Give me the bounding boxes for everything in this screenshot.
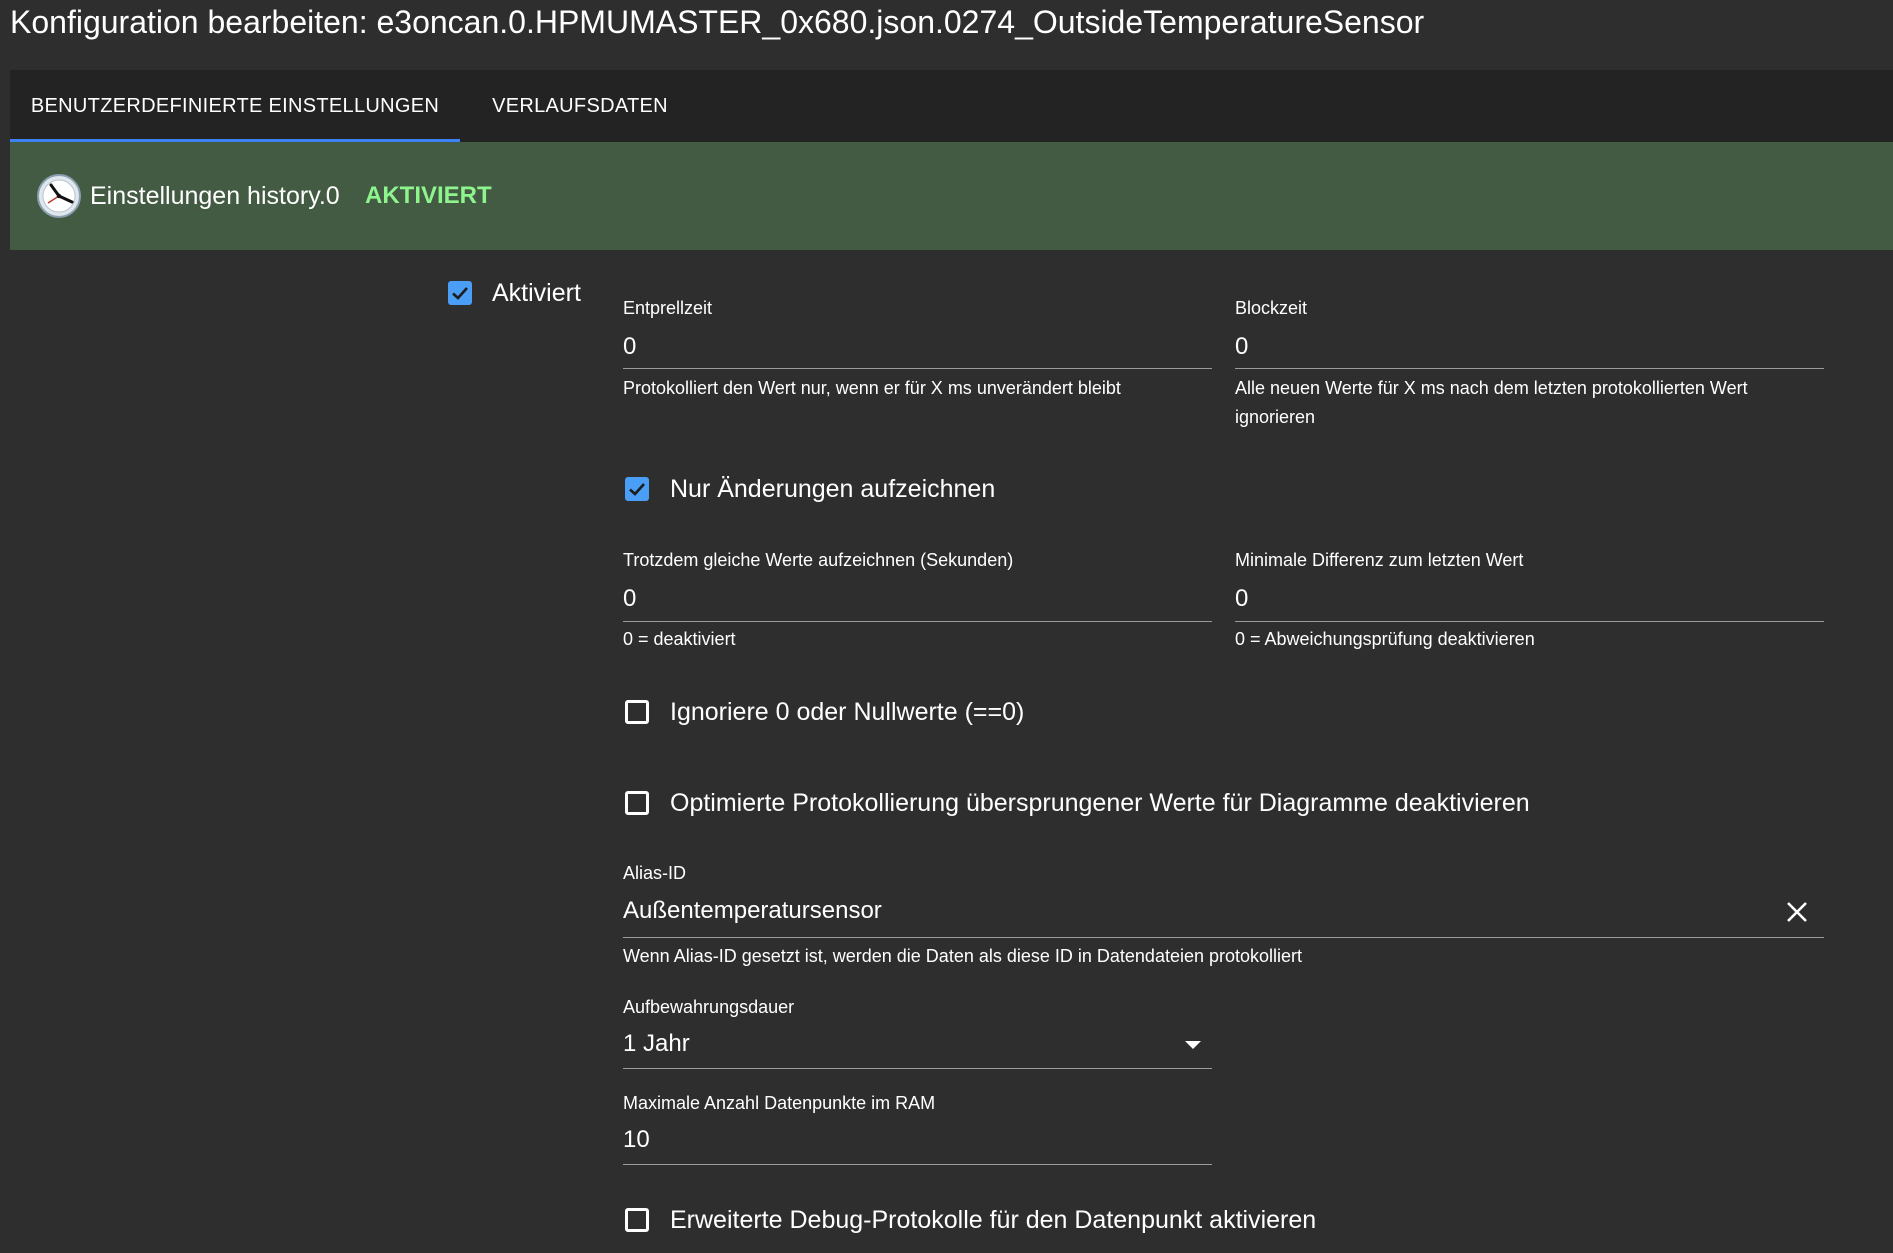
banner-status: AKTIVIERT xyxy=(365,182,492,209)
blocktime-label: Blockzeit xyxy=(1235,298,1308,318)
debounce-help: Protokolliert den Wert nur, wenn er für … xyxy=(623,378,1121,398)
blocktime-input[interactable]: 0 xyxy=(1235,333,1248,361)
alias-help: Wenn Alias-ID gesetzt ist, werden die Da… xyxy=(623,946,1303,966)
tab-bar: BENUTZERDEFINIERTE EINSTELLUNGEN VERLAUF… xyxy=(10,70,1893,142)
debug-checkbox[interactable] xyxy=(625,1208,649,1232)
max-points-underline xyxy=(623,1164,1212,1165)
blocktime-help: Alle neuen Werte für X ms nach dem letzt… xyxy=(1235,378,1748,427)
min-diff-underline xyxy=(1235,621,1824,622)
dialog-title: Konfiguration bearbeiten: e3oncan.0.HPMU… xyxy=(10,4,1425,40)
min-diff-input[interactable]: 0 xyxy=(1235,585,1248,613)
ignore-zero-label: Ignoriere 0 oder Nullwerte (==0) xyxy=(670,698,1025,726)
changes-only-label: Nur Änderungen aufzeichnen xyxy=(670,475,996,503)
disable-optimized-label: Optimierte Protokollierung übersprungene… xyxy=(670,789,1530,817)
record-same-input[interactable]: 0 xyxy=(623,585,636,613)
debounce-input[interactable]: 0 xyxy=(623,333,636,361)
retention-select[interactable]: 1 Jahr xyxy=(623,1030,690,1058)
enabled-label: Aktiviert xyxy=(492,279,581,307)
retention-underline xyxy=(623,1068,1212,1069)
retention-label: Aufbewahrungsdauer xyxy=(623,997,795,1017)
record-same-underline xyxy=(623,621,1212,622)
blocktime-underline xyxy=(1235,368,1824,369)
checkmark-icon xyxy=(629,483,645,496)
tab-history-data[interactable]: VERLAUFSDATEN xyxy=(475,70,685,142)
checkmark-icon xyxy=(452,287,468,300)
adapter-banner: Einstellungen history.0 AKTIVIERT xyxy=(10,142,1893,250)
debug-label: Erweiterte Debug-Protokolle für den Date… xyxy=(670,1206,1317,1234)
ignore-zero-checkbox[interactable] xyxy=(625,700,649,724)
banner-title: Einstellungen history.0 xyxy=(90,182,340,210)
clear-icon[interactable] xyxy=(1786,901,1808,923)
min-diff-help: 0 = Abweichungsprüfung deaktivieren xyxy=(1235,629,1535,649)
alias-label: Alias-ID xyxy=(623,863,687,883)
enabled-checkbox[interactable] xyxy=(448,281,472,305)
debounce-label: Entprellzeit xyxy=(623,298,713,318)
max-points-label: Maximale Anzahl Datenpunkte im RAM xyxy=(623,1093,936,1113)
alias-underline xyxy=(623,937,1824,938)
debounce-underline xyxy=(623,368,1212,369)
history-clock-icon xyxy=(37,174,81,218)
alias-input[interactable]: Außentemperatursensor xyxy=(623,897,882,925)
record-same-label: Trotzdem gleiche Werte aufzeichnen (Seku… xyxy=(623,550,1014,570)
chevron-down-icon[interactable] xyxy=(1184,1040,1202,1050)
changes-only-checkbox[interactable] xyxy=(625,477,649,501)
min-diff-label: Minimale Differenz zum letzten Wert xyxy=(1235,550,1524,570)
max-points-input[interactable]: 10 xyxy=(623,1126,650,1154)
record-same-help: 0 = deaktiviert xyxy=(623,629,736,649)
disable-optimized-checkbox[interactable] xyxy=(625,791,649,815)
tab-custom-settings[interactable]: BENUTZERDEFINIERTE EINSTELLUNGEN xyxy=(10,70,460,142)
